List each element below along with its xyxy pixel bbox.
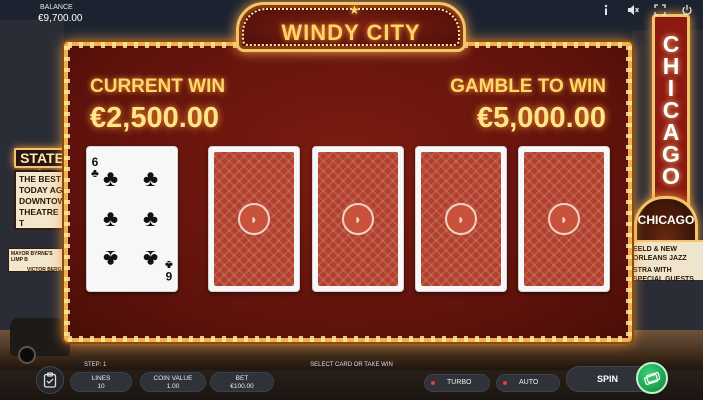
club-pip: ♣ xyxy=(103,246,119,272)
power-icon[interactable] xyxy=(681,4,693,16)
club-pip: ♣ xyxy=(143,165,159,191)
current-win-label: CURRENT WIN xyxy=(90,76,226,97)
auto-button[interactable]: AUTO xyxy=(496,374,560,392)
collect-button[interactable] xyxy=(636,362,668,394)
club-pip: ♣ xyxy=(143,205,159,231)
fullscreen-icon[interactable] xyxy=(654,4,666,16)
card-corner-top: 6 ♣ xyxy=(91,156,99,180)
card-corner-bottom: 6 ♣ xyxy=(165,258,173,283)
auto-indicator-dot xyxy=(503,381,507,385)
current-win-value: €2,500.00 xyxy=(90,102,220,134)
card-logo-icon: ◗ xyxy=(238,203,270,235)
left-theatre-marquee-lower: MAYOR BYRNE'S LIMP B VICTOR BERGE xyxy=(8,248,68,273)
spin-label: SPIN xyxy=(597,374,619,384)
gamble-panel: CURRENT WIN €2,500.00 GAMBLE TO WIN €5,0… xyxy=(64,42,632,342)
lines-value: 10 xyxy=(97,383,105,390)
coin-value: 1.00 xyxy=(166,383,180,390)
panel-bulbs xyxy=(626,46,632,338)
panel-bulbs xyxy=(68,336,628,342)
coin-value-display[interactable]: COIN VALUE 1.00 xyxy=(140,372,206,392)
sound-icon[interactable] xyxy=(627,4,639,16)
info-icon[interactable] xyxy=(600,4,612,16)
lines-display[interactable]: LINES 10 xyxy=(70,372,132,392)
balance-label: BALANCE xyxy=(40,4,73,11)
card-suit: ♣ xyxy=(91,166,99,180)
club-pip: ♣ xyxy=(103,205,119,231)
card-back-pattern: ◗ xyxy=(524,152,604,286)
card-logo-icon: ◗ xyxy=(548,203,580,235)
marquee-line: THE BEST xyxy=(19,174,62,184)
bet-value: €100.00 xyxy=(230,383,254,390)
marquee-line: STRA WITH SPECIAL GUESTS xyxy=(633,267,694,283)
marquee-line: MAYOR BYRNE'S LIMP B xyxy=(11,251,53,263)
chicago-marquee: EELD & NEW ORLEANS JAZZ STRA WITH SPECIA… xyxy=(630,240,703,283)
hidden-card-3[interactable]: ◗ xyxy=(415,146,507,292)
card-suit: ♣ xyxy=(165,258,173,272)
club-pip: ♣ xyxy=(143,246,159,272)
hidden-card-4[interactable]: ◗ xyxy=(518,146,610,292)
marquee-line: TODAY AG xyxy=(19,185,63,195)
coin-value-label: COIN VALUE xyxy=(153,375,193,382)
lines-label: LINES xyxy=(91,375,111,382)
money-icon xyxy=(644,371,660,385)
star-icon: ★ xyxy=(349,3,360,17)
card-logo-icon: ◗ xyxy=(342,203,374,235)
chicago-sign-text: CHICAGO xyxy=(658,31,684,185)
panel-bulbs xyxy=(64,46,70,338)
marquee-line: THEATRE T xyxy=(19,207,59,228)
game-title-sign: ★ WINDY CITY xyxy=(236,2,466,52)
marquee-line: DOWNTOWN xyxy=(19,196,72,206)
chicago-vertical-sign: CHICAGO xyxy=(652,14,690,222)
game-title: WINDY CITY xyxy=(281,20,421,45)
club-pip: ♣ xyxy=(103,165,119,191)
bet-label: BET xyxy=(235,375,249,382)
card-back-pattern: ◗ xyxy=(318,152,398,286)
chicago-arch-sign: CHICAGO xyxy=(634,196,698,246)
hidden-card-2[interactable]: ◗ xyxy=(312,146,404,292)
turbo-label: TURBO xyxy=(447,379,472,386)
vintage-car xyxy=(10,318,70,364)
turbo-toggle[interactable]: TURBO xyxy=(424,374,490,392)
auto-label: AUTO xyxy=(519,379,539,386)
gamble-to-win-value: €5,000.00 xyxy=(476,102,606,134)
card-back-pattern: ◗ xyxy=(421,152,501,286)
paytable-button[interactable] xyxy=(36,366,64,394)
left-theatre-marquee: THE BEST TODAY AG DOWNTOWN THEATRE T xyxy=(14,170,72,230)
marquee-line: EELD & NEW ORLEANS JAZZ xyxy=(633,246,687,262)
balance-value: €9,700.00 xyxy=(38,13,83,24)
card-logo-icon: ◗ xyxy=(445,203,477,235)
turbo-indicator-dot xyxy=(431,381,435,385)
hidden-card-1[interactable]: ◗ xyxy=(208,146,300,292)
top-icons xyxy=(600,4,693,16)
card-back-pattern: ◗ xyxy=(214,152,294,286)
revealed-card: 6 ♣ ♣ ♣ ♣ ♣ ♣ ♣ 6 ♣ xyxy=(86,146,178,292)
clipboard-icon xyxy=(43,372,57,388)
bet-display[interactable]: BET €100.00 xyxy=(210,372,274,392)
marquee-line: VICTOR BERGE xyxy=(27,267,65,273)
gamble-to-win-label: GAMBLE TO WIN xyxy=(450,76,606,97)
state-lake-sign: STATE L xyxy=(14,148,70,182)
